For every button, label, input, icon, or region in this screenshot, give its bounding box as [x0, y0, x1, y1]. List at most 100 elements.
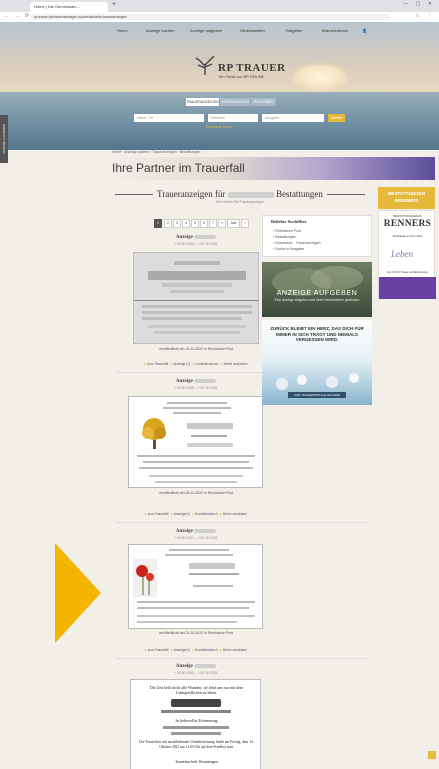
blurred-notice-graphic [134, 253, 258, 343]
page-forward[interactable]: › [241, 219, 249, 228]
obituary-notice-image[interactable] [128, 396, 263, 488]
title-rule-right [326, 194, 365, 196]
filters-title: Beliebte Suchfilter [271, 219, 307, 224]
page-3[interactable]: 3 [173, 219, 181, 228]
obituary-dates: * 00.00.1934 – † 00.10.2022 [174, 242, 218, 246]
side-anzeige-tab[interactable]: ANZEIGE AUFGEBEN [0, 115, 8, 163]
tree-logo-icon [195, 55, 215, 75]
nav-anzeige-suchen[interactable]: Anzeige suchen [146, 28, 174, 33]
page-2[interactable]: 2 [164, 219, 172, 228]
filter-link[interactable]: › Suche in Ausgabe [273, 247, 304, 251]
page-subtitle: Hier finden Sie Traueranzeigen [215, 200, 265, 204]
action-kerze[interactable]: Kerze anzünden [223, 512, 247, 516]
hero-sun [290, 62, 350, 92]
ad-purple-block [379, 277, 436, 299]
trauerspruch-promo[interactable]: ZURÜCK BLEIBT EIN HERZ, DAS DICH FÜR IMM… [262, 320, 372, 405]
tab-ratgeber[interactable]: RATGEBER [251, 98, 276, 106]
title-suffix: Bestattungen [275, 189, 323, 199]
brand-tagline: Ein Portal von RP ONLINE [219, 75, 265, 79]
action-kerze[interactable]: Kerze anzünden [224, 362, 248, 366]
promo-quote: ZURÜCK BLEIBT EIN HERZ, DAS DICH FÜR IMM… [270, 326, 364, 342]
divider [115, 658, 370, 659]
obituary-title[interactable]: Anzeige [131, 664, 261, 669]
page-6[interactable]: 6 [200, 219, 208, 228]
obituary-title[interactable]: Anzeige [131, 235, 261, 240]
tab-traueranzeigen[interactable]: TRAUERANZEIGEN [186, 98, 219, 106]
browser-tab[interactable]: Home | Die Gemeinsam... [30, 2, 108, 12]
search-edition-select[interactable]: Ausgabe [262, 114, 324, 122]
obituary-actions: ▸ zum Trauerfall ▸ Anzeige(n) ▸ Kondolen… [145, 648, 247, 652]
advanced-search-link[interactable]: Erweiterte Suche [206, 125, 233, 129]
publication-info[interactable]: veröffentlicht am 15.10.2022 in Rheinisc… [131, 347, 261, 351]
new-tab-icon[interactable]: + [112, 1, 116, 8]
galerie-button[interactable]: ZUR TRAUERSPRUCH-GALERIE [288, 392, 346, 398]
nav-home[interactable]: Home [117, 28, 128, 33]
search-button[interactable]: Suchen [328, 114, 345, 122]
ad-line: REINDERS [394, 198, 419, 203]
obituary-notice-image[interactable] [128, 544, 263, 629]
obituary-dates: * 00.00.1939 – † 00.10.2022 [174, 386, 218, 390]
obituary-title[interactable]: Anzeige [131, 379, 261, 384]
action-kondolenzbuch[interactable]: Kondolenzbuch [196, 362, 219, 366]
obituary-notice-image[interactable] [133, 252, 259, 344]
page-1[interactable]: 1 [154, 219, 162, 228]
nav-ratgeber[interactable]: Ratgeber [286, 28, 302, 33]
url-field[interactable]: rp-trauer.de/traueranzeigen-suche/aktuel… [30, 14, 390, 20]
obituary-notice-image[interactable]: Die Zeit heilt nicht alle Wunden, sie le… [130, 679, 261, 769]
action-anzeige[interactable]: Anzeige (1) [173, 362, 190, 366]
publication-info[interactable]: veröffentlicht am 08.10.2022 in Rheinisc… [131, 491, 261, 495]
ad-subtext: Zuverlässig an Ihrer Seite [392, 235, 423, 238]
action-trauerfall[interactable]: zum Trauerfall [148, 648, 169, 652]
nav-gedenkseiten[interactable]: Gedenkseiten [240, 28, 265, 33]
action-kerze[interactable]: Kerze anzünden [223, 648, 247, 652]
nav-branchenbuch[interactable]: Branchenbuch [322, 28, 348, 33]
filter-link[interactable]: › Rheinische Post [273, 229, 301, 233]
user-icon[interactable]: 👤 [362, 28, 367, 33]
page-7[interactable]: 7 [209, 219, 217, 228]
notice-address: Traueranschrift: Bestattungen [175, 760, 218, 764]
filter-link[interactable]: › Düsseldorf - Traueranzeigen [273, 241, 321, 245]
obituary-title[interactable]: Anzeige [131, 529, 261, 534]
title-prefix: Traueranzeigen für [157, 189, 226, 199]
tab-gedenkseiten[interactable]: GEDENKSEITEN [220, 98, 250, 106]
tree-icon [142, 418, 166, 449]
window-controls[interactable]: — ▢ ✕ [403, 1, 435, 7]
play-icon[interactable] [55, 543, 101, 643]
action-anzeige[interactable]: Anzeige(n) [174, 648, 190, 652]
notice-quote: Die Zeit heilt nicht alle Wunden, sie le… [149, 685, 244, 695]
scroll-to-top-icon[interactable]: ⌃ [428, 751, 436, 759]
ad-small-text: BESTATTUNGSHAUS [393, 214, 422, 218]
search-name-input[interactable]: Name, Ort [134, 114, 204, 122]
page-all[interactable]: Alle [227, 219, 240, 228]
page-5[interactable]: 5 [191, 219, 199, 228]
filter-link[interactable]: › Bestattungen [273, 235, 296, 239]
ad-reinders[interactable]: BESTATTUNGEN REINDERS [378, 187, 435, 209]
ad-brand: RENNERS [383, 219, 432, 229]
obituary-actions: ▸ zum Trauerfall ▸ Anzeige(n) ▸ Kondolen… [145, 512, 247, 516]
redacted-name [227, 191, 274, 198]
page-4[interactable]: 4 [182, 219, 190, 228]
redacted-dates [161, 710, 231, 713]
browser-menu-icons[interactable]: ☆ ⋮ [415, 13, 435, 19]
search-date-input[interactable]: Zeitraum [208, 114, 258, 122]
divider [115, 522, 370, 523]
brand-name[interactable]: RP TRAUER [218, 62, 286, 74]
redacted-name [171, 699, 221, 707]
breadcrumb[interactable]: Home › Anzeige suchen › Traueranzeigen ›… [112, 150, 200, 154]
main-nav: Home Anzeige suchen Anzeige aufgeben Ged… [0, 28, 439, 38]
publication-info[interactable]: veröffentlicht am 01.10.2022 in Rheinisc… [131, 631, 261, 635]
anzeige-aufgeben-promo[interactable]: ANZEIGE AUFGEBEN Eine Anzeige aufgeben u… [262, 262, 372, 317]
obituary-dates: * 00.00.1937 – † 00.10.2022 [174, 536, 218, 540]
action-kondolenzbuch[interactable]: Kondolenzbuch [195, 512, 218, 516]
ad-line: BESTATTUNGEN [387, 191, 426, 196]
page-next[interactable]: » [218, 219, 226, 228]
nav-anzeige-aufgeben[interactable]: Anzeige aufgeben [190, 28, 222, 33]
browser-nav-icons[interactable]: ← → ⟳ [4, 13, 31, 19]
partner-banner: Ihre Partner im Trauerfall [108, 157, 435, 180]
action-trauerfall[interactable]: zum Trauerfall [148, 512, 169, 516]
ad-renners[interactable]: BESTATTUNGSHAUS RENNERS Zuverlässig an I… [378, 210, 436, 299]
action-trauerfall[interactable]: Zum Trauerfall [147, 362, 168, 366]
action-kondolenzbuch[interactable]: Kondolenzbuch [195, 648, 218, 652]
notice-remembrance: In liebevoller Erinnerung [175, 718, 218, 723]
action-anzeige[interactable]: Anzeige(n) [174, 512, 190, 516]
